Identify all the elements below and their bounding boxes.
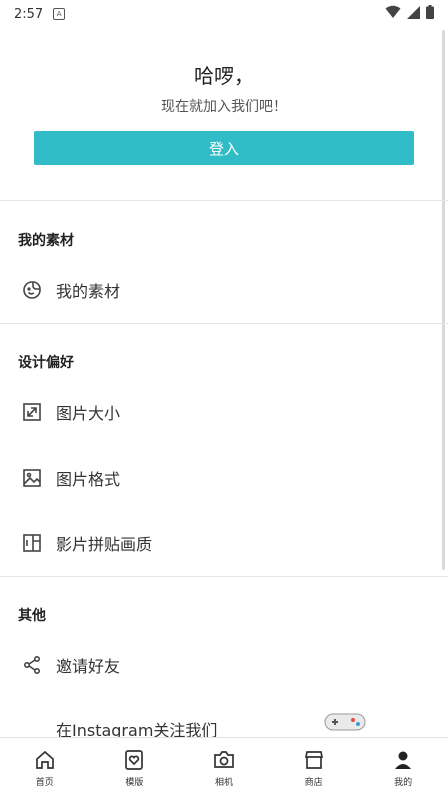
instagram-icon [22, 719, 42, 739]
resize-icon [22, 402, 42, 422]
status-bar: 2:57 A [0, 0, 448, 28]
template-icon [122, 748, 146, 772]
bottom-navigation: 首页 模版 相机 商店 我的 [0, 737, 448, 798]
divider [0, 200, 448, 201]
nav-item-profile[interactable]: 我的 [368, 748, 438, 788]
menu-item-label: 影片拼贴画质 [56, 535, 153, 554]
profile-icon [391, 748, 415, 772]
sticker-icon [22, 280, 42, 300]
nav-item-home[interactable]: 首页 [10, 748, 80, 788]
camera-icon [212, 748, 236, 772]
nav-item-templates[interactable]: 模版 [99, 748, 169, 788]
share-icon [22, 655, 42, 675]
menu-item-image-format[interactable]: 图片格式 [0, 456, 440, 500]
menu-item-my-materials[interactable]: 我的素材 [0, 268, 440, 312]
greeting-text: 哈啰， [194, 64, 254, 88]
menu-item-image-size[interactable]: 图片大小 [0, 390, 440, 434]
cellular-icon [407, 5, 420, 23]
login-button[interactable]: 登入 [34, 131, 414, 165]
status-time: 2:57 [14, 6, 44, 22]
menu-item-label: 图片格式 [56, 470, 121, 489]
notification-icon: A [53, 8, 66, 20]
section-title-design: 设计偏好 [18, 355, 74, 371]
menu-item-label: 图片大小 [56, 404, 121, 423]
image-format-icon [22, 468, 42, 488]
wifi-icon [385, 5, 401, 23]
nav-label: 相机 [214, 778, 233, 788]
nav-label: 我的 [394, 778, 413, 788]
nav-item-store[interactable]: 商店 [279, 748, 349, 788]
menu-item-label: 我的素材 [56, 282, 121, 301]
menu-item-label: 邀请好友 [56, 657, 121, 676]
battery-icon [426, 5, 434, 23]
divider [0, 576, 448, 577]
nav-label: 商店 [304, 778, 323, 788]
store-icon [302, 748, 326, 772]
nav-item-camera[interactable]: 相机 [189, 748, 259, 788]
subtitle-text: 现在就加入我们吧！ [161, 99, 287, 115]
divider [0, 323, 448, 324]
home-icon [33, 748, 57, 772]
section-title-materials: 我的素材 [18, 233, 74, 249]
video-collage-icon [22, 533, 42, 553]
nav-label: 首页 [35, 778, 54, 788]
menu-item-video-collage-quality[interactable]: 影片拼贴画质 [0, 521, 440, 565]
menu-item-invite-friends[interactable]: 邀请好友 [0, 643, 440, 687]
section-title-other: 其他 [18, 608, 46, 624]
nav-label: 模版 [125, 778, 144, 788]
